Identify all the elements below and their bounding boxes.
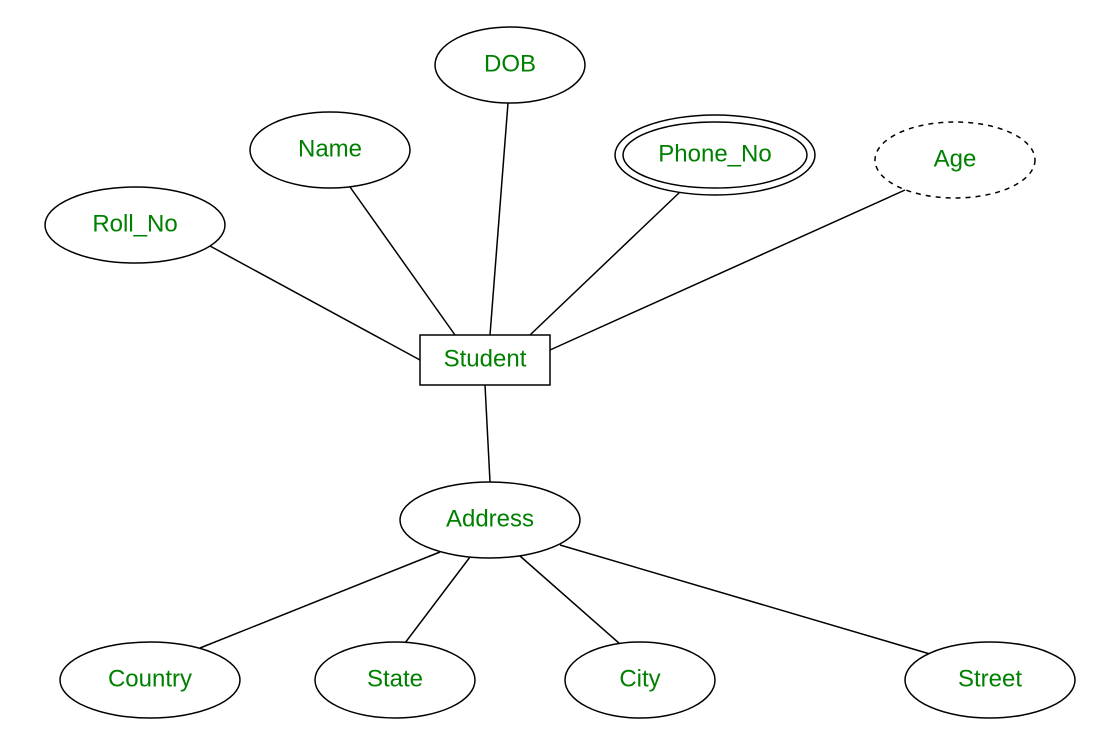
- edge-student-age: [550, 190, 905, 350]
- attr-name-label: Name: [298, 135, 362, 162]
- attr-name: Name: [250, 112, 410, 188]
- er-diagram: Student Roll_No Name DOB Phone_No Age Ad…: [0, 0, 1112, 753]
- subattr-country: Country: [60, 642, 240, 718]
- attr-roll-no-label: Roll_No: [92, 210, 177, 237]
- edge-address-state: [405, 557, 470, 643]
- attr-address: Address: [400, 482, 580, 558]
- attr-dob-label: DOB: [484, 50, 536, 77]
- subattr-country-label: Country: [108, 665, 192, 692]
- attr-phone-no: Phone_No: [615, 115, 815, 195]
- edge-student-dob: [490, 103, 508, 335]
- entity-student: Student: [420, 335, 550, 385]
- edge-address-city: [520, 556, 620, 644]
- attr-age-label: Age: [934, 145, 977, 172]
- subattr-state: State: [315, 642, 475, 718]
- edge-address-country: [200, 552, 440, 648]
- attr-age: Age: [875, 122, 1035, 198]
- edge-address-street: [560, 545, 930, 654]
- attr-phone-no-label: Phone_No: [658, 140, 771, 167]
- attr-roll-no: Roll_No: [45, 187, 225, 263]
- subattr-state-label: State: [367, 665, 423, 692]
- subattr-city-label: City: [619, 665, 660, 692]
- edge-student-name: [350, 187, 455, 335]
- attr-address-label: Address: [446, 505, 534, 532]
- subattr-street: Street: [905, 642, 1075, 718]
- attr-dob: DOB: [435, 27, 585, 103]
- edge-student-rollno: [210, 246, 420, 360]
- edge-student-address: [485, 385, 490, 482]
- edge-student-phone: [530, 192, 680, 335]
- entity-student-label: Student: [444, 345, 527, 372]
- subattr-city: City: [565, 642, 715, 718]
- subattr-street-label: Street: [958, 665, 1022, 692]
